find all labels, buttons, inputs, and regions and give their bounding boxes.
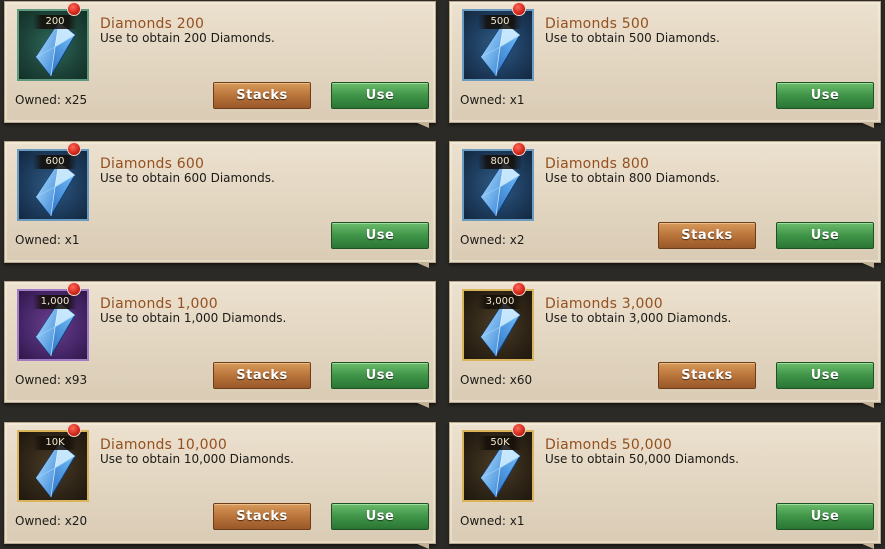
item-card: 600 Diamonds 600 Use to obtain 600 Diamo… [4,141,436,268]
blue-diamond-icon [33,301,77,357]
stacks-button[interactable]: Stacks [213,82,311,109]
item-icon-frame[interactable]: 3,000 [462,289,534,361]
item-icon-frame[interactable]: 800 [462,149,534,221]
blue-diamond-icon [33,161,77,217]
item-icon-frame[interactable]: 500 [462,9,534,81]
use-button[interactable]: Use [776,82,874,109]
item-title: Diamonds 200 [100,16,205,32]
owned-count: Owned: x1 [460,93,525,107]
item-card: 50K Diamonds 50,000 Use to obtain 50,000… [449,422,881,549]
item-title: Diamonds 500 [545,16,650,32]
blue-diamond-icon [33,442,77,498]
item-grid: 200 Diamonds 200 Use to obtain 200 Diamo… [0,0,885,549]
item-card: 500 Diamonds 500 Use to obtain 500 Diamo… [449,1,881,128]
red-dot-icon [512,282,526,296]
item-description: Use to obtain 10,000 Diamonds. [100,452,294,466]
use-button[interactable]: Use [331,222,429,249]
owned-count: Owned: x25 [15,93,88,107]
quantity-badge: 10K [33,436,77,450]
item-description: Use to obtain 800 Diamonds. [545,171,720,185]
item-title: Diamonds 600 [100,156,205,172]
item-description: Use to obtain 500 Diamonds. [545,31,720,45]
use-button[interactable]: Use [776,503,874,530]
item-card: 800 Diamonds 800 Use to obtain 800 Diamo… [449,141,881,268]
item-icon-frame[interactable]: 600 [17,149,89,221]
blue-diamond-icon [478,301,522,357]
stacks-button[interactable]: Stacks [213,362,311,389]
red-dot-icon [67,2,81,16]
item-icon-frame[interactable]: 10K [17,430,89,502]
red-dot-icon [67,142,81,156]
red-dot-icon [512,423,526,437]
quantity-badge: 200 [33,15,77,29]
item-card: 200 Diamonds 200 Use to obtain 200 Diamo… [4,1,436,128]
quantity-badge: 50K [478,436,522,450]
item-description: Use to obtain 600 Diamonds. [100,171,275,185]
item-card: 1,000 Diamonds 1,000 Use to obtain 1,000… [4,281,436,408]
stacks-button[interactable]: Stacks [213,503,311,530]
use-button[interactable]: Use [776,362,874,389]
owned-count: Owned: x20 [15,514,88,528]
use-button[interactable]: Use [331,82,429,109]
quantity-badge: 500 [478,15,522,29]
item-title: Diamonds 3,000 [545,296,663,312]
red-dot-icon [512,2,526,16]
blue-diamond-icon [478,21,522,77]
blue-diamond-icon [33,21,77,77]
owned-count: Owned: x1 [15,233,80,247]
item-description: Use to obtain 200 Diamonds. [100,31,275,45]
item-title: Diamonds 50,000 [545,437,672,453]
item-description: Use to obtain 50,000 Diamonds. [545,452,739,466]
red-dot-icon [67,282,81,296]
owned-count: Owned: x1 [460,514,525,528]
owned-count: Owned: x2 [460,233,525,247]
quantity-badge: 1,000 [33,295,77,309]
use-button[interactable]: Use [331,503,429,530]
item-description: Use to obtain 1,000 Diamonds. [100,311,287,325]
quantity-badge: 800 [478,155,522,169]
stacks-button[interactable]: Stacks [658,362,756,389]
blue-diamond-icon [478,442,522,498]
item-title: Diamonds 800 [545,156,650,172]
quantity-badge: 3,000 [478,295,522,309]
use-button[interactable]: Use [776,222,874,249]
stacks-button[interactable]: Stacks [658,222,756,249]
item-title: Diamonds 10,000 [100,437,227,453]
item-card: 10K Diamonds 10,000 Use to obtain 10,000… [4,422,436,549]
item-icon-frame[interactable]: 50K [462,430,534,502]
item-description: Use to obtain 3,000 Diamonds. [545,311,732,325]
owned-count: Owned: x93 [15,373,88,387]
item-icon-frame[interactable]: 1,000 [17,289,89,361]
item-icon-frame[interactable]: 200 [17,9,89,81]
blue-diamond-icon [478,161,522,217]
item-card: 3,000 Diamonds 3,000 Use to obtain 3,000… [449,281,881,408]
quantity-badge: 600 [33,155,77,169]
item-title: Diamonds 1,000 [100,296,218,312]
owned-count: Owned: x60 [460,373,533,387]
red-dot-icon [67,423,81,437]
use-button[interactable]: Use [331,362,429,389]
red-dot-icon [512,142,526,156]
